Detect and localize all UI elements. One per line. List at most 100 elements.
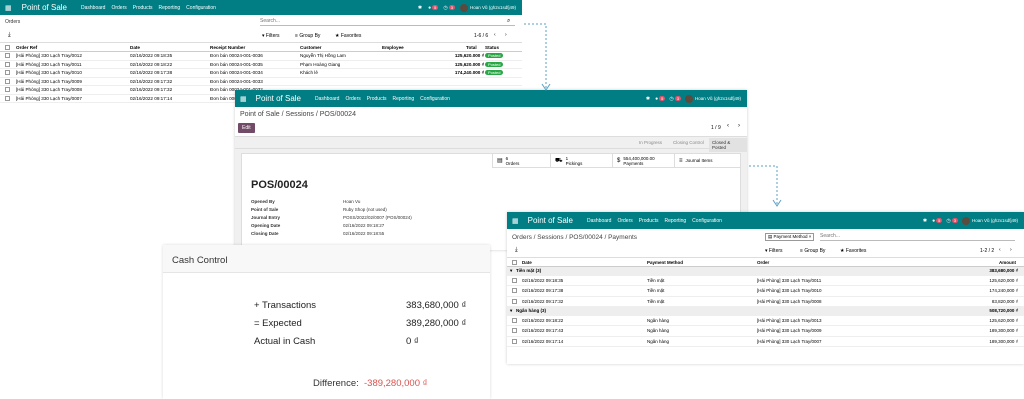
prev-icon[interactable]: ‹ bbox=[999, 247, 1001, 253]
menu-orders[interactable]: Orders bbox=[345, 96, 360, 102]
activity-icon[interactable]: ◷ bbox=[946, 218, 950, 224]
menu-dashboard[interactable]: Dashboard bbox=[81, 5, 105, 11]
bug-icon[interactable]: ✱ bbox=[418, 5, 422, 11]
field-value[interactable]: 02/16/2022 09:18:55 bbox=[343, 231, 384, 236]
menu-dashboard[interactable]: Dashboard bbox=[315, 96, 339, 102]
menu-configuration[interactable]: Configuration bbox=[420, 96, 450, 102]
next-icon[interactable]: › bbox=[1010, 247, 1012, 253]
avatar[interactable] bbox=[684, 94, 693, 103]
field-value[interactable]: Ruby Shop (not used) bbox=[343, 207, 387, 212]
chat-icon[interactable]: ● bbox=[655, 96, 658, 102]
field-value[interactable]: Hoan Vu bbox=[343, 199, 360, 204]
field-value[interactable]: POSS/2022/02/0007 (POS/00024) bbox=[343, 215, 412, 220]
filters-button[interactable]: ▾ Filters bbox=[262, 33, 280, 39]
menu-products[interactable]: Products bbox=[133, 5, 153, 11]
row-checkbox[interactable] bbox=[5, 95, 10, 101]
row-checkbox[interactable] bbox=[5, 78, 10, 84]
download-icon[interactable]: ⤓ bbox=[515, 247, 518, 254]
col-date[interactable]: Date bbox=[522, 260, 532, 265]
menu-configuration[interactable]: Configuration bbox=[692, 218, 722, 224]
groupby-button[interactable]: ≡ Group By bbox=[800, 248, 825, 254]
row-checkbox[interactable] bbox=[5, 53, 10, 59]
table-row[interactable]: [Hải Phòng] 330 Lạch Tray/0010 02/16/2022… bbox=[0, 69, 522, 78]
menu-reporting[interactable]: Reporting bbox=[158, 5, 180, 11]
table-row[interactable]: [Hải Phòng] 330 Lạch Tray/0012 02/16/2022… bbox=[0, 52, 522, 61]
col-order[interactable]: Order bbox=[757, 260, 769, 265]
stage-closed-posted[interactable]: Closed & Posted bbox=[709, 138, 747, 152]
app-title[interactable]: Point of Sale bbox=[256, 94, 301, 103]
row-checkbox[interactable] bbox=[5, 61, 10, 67]
pager[interactable]: 1-6 / 6 bbox=[474, 33, 488, 39]
menu-orders[interactable]: Orders bbox=[111, 5, 126, 11]
table-row[interactable]: [Hải Phòng] 330 Lạch Tray/0011 02/16/2022… bbox=[0, 61, 522, 69]
prev-icon[interactable]: ‹ bbox=[727, 123, 729, 129]
bug-icon[interactable]: ✱ bbox=[646, 96, 650, 102]
avatar[interactable] bbox=[459, 3, 468, 12]
app-title[interactable]: Point of Sale bbox=[528, 216, 573, 225]
table-row[interactable]: 02/16/2022 09:18:22 Ngân hàng [Hải Phòng] … bbox=[507, 316, 1024, 326]
row-checkbox[interactable] bbox=[512, 317, 517, 323]
table-row[interactable]: 02/16/2022 09:18:35 Tiền mặt [Hải Phòng] 3… bbox=[507, 276, 1024, 286]
user-name[interactable]: Hoan Vũ (gh2x1sdfj49) bbox=[470, 5, 516, 10]
user-name[interactable]: Hoan Vũ (gh2x1sdfj49) bbox=[972, 218, 1018, 223]
table-row[interactable]: 02/16/2022 09:17:14 Ngân hàng [Hải Phòng] … bbox=[507, 337, 1024, 347]
search-facet[interactable]: ▤ Payment Method × bbox=[765, 233, 815, 241]
bug-icon[interactable]: ✱ bbox=[923, 218, 927, 224]
pickings-stat-button[interactable]: ⛟ 1 Pickings bbox=[550, 154, 612, 167]
activity-icon[interactable]: ◷ bbox=[669, 96, 673, 102]
favorites-button[interactable]: ★ Favorites bbox=[840, 248, 866, 254]
col-customer[interactable]: Customer bbox=[300, 45, 321, 50]
row-checkbox[interactable] bbox=[512, 288, 517, 294]
avatar[interactable] bbox=[961, 216, 970, 225]
menu-products[interactable]: Products bbox=[639, 218, 659, 224]
field-value[interactable]: 02/16/2022 09:18:27 bbox=[343, 223, 384, 228]
activity-icon[interactable]: ◷ bbox=[443, 5, 447, 11]
col-payment-method[interactable]: Payment Method bbox=[647, 260, 683, 265]
col-status[interactable]: Status bbox=[485, 45, 499, 50]
table-row[interactable]: 02/16/2022 09:17:43 Ngân hàng [Hải Phòng] … bbox=[507, 326, 1024, 337]
app-title[interactable]: Point of Sale bbox=[22, 3, 67, 12]
groupby-button[interactable]: ≡ Group By bbox=[295, 33, 320, 39]
search-input[interactable] bbox=[820, 232, 1015, 241]
apps-menu-icon[interactable]: ▦ bbox=[512, 217, 519, 225]
menu-reporting[interactable]: Reporting bbox=[392, 96, 414, 102]
row-checkbox[interactable] bbox=[512, 298, 517, 304]
apps-menu-icon[interactable]: ▦ bbox=[240, 95, 247, 103]
row-checkbox[interactable] bbox=[512, 277, 517, 283]
row-checkbox[interactable] bbox=[512, 328, 517, 334]
pager[interactable]: 1-2 / 2 bbox=[980, 248, 994, 254]
table-row[interactable]: 02/16/2022 09:17:38 Tiền mặt [Hải Phòng] 3… bbox=[507, 286, 1024, 297]
search-icon[interactable]: ⌕ bbox=[507, 18, 510, 25]
apps-menu-icon[interactable]: ▦ bbox=[5, 4, 12, 12]
select-all-checkbox[interactable] bbox=[5, 44, 10, 50]
col-amount[interactable]: Amount bbox=[999, 260, 1016, 265]
stage-in-progress[interactable]: In Progress bbox=[639, 140, 662, 145]
menu-reporting[interactable]: Reporting bbox=[664, 218, 686, 224]
menu-configuration[interactable]: Configuration bbox=[186, 5, 216, 11]
user-name[interactable]: Hoan Vũ (gh2x1sdfj49) bbox=[695, 96, 741, 101]
col-order-ref[interactable]: Order Ref bbox=[16, 45, 37, 50]
prev-icon[interactable]: ‹ bbox=[494, 32, 496, 38]
menu-dashboard[interactable]: Dashboard bbox=[587, 218, 611, 224]
col-employee[interactable]: Employee bbox=[382, 45, 404, 50]
chat-icon[interactable]: ● bbox=[932, 218, 935, 224]
group-header-row[interactable]: ▾ Ngân hàng (3) 508,720,000 ₫ bbox=[507, 307, 1024, 316]
group-header-row[interactable]: ▾ Tiền mặt (3) 383,680,000 ₫ bbox=[507, 267, 1024, 276]
row-checkbox[interactable] bbox=[512, 338, 517, 344]
edit-button[interactable]: Edit bbox=[238, 123, 255, 133]
menu-orders[interactable]: Orders bbox=[617, 218, 632, 224]
col-receipt[interactable]: Receipt Number bbox=[210, 45, 245, 50]
row-checkbox[interactable] bbox=[5, 87, 10, 93]
table-row[interactable]: 02/16/2022 09:17:32 Tiền mặt [Hải Phòng] 3… bbox=[507, 297, 1024, 307]
stage-closing-control[interactable]: Closing Control bbox=[673, 140, 704, 145]
table-row[interactable]: [Hải Phòng] 330 Lạch Tray/0009 02/16/2022… bbox=[0, 78, 522, 86]
payments-stat-button[interactable]: $ 554,400,000.00 Payments bbox=[612, 154, 674, 167]
orders-stat-button[interactable]: ▤ 6 Orders bbox=[492, 154, 550, 167]
search-input[interactable] bbox=[260, 17, 515, 26]
next-icon[interactable]: › bbox=[505, 32, 507, 38]
chat-icon[interactable]: ● bbox=[428, 5, 431, 11]
row-checkbox[interactable] bbox=[5, 70, 10, 76]
menu-products[interactable]: Products bbox=[367, 96, 387, 102]
pager[interactable]: 1 / 9 bbox=[711, 125, 721, 131]
favorites-button[interactable]: ★ Favorites bbox=[335, 33, 361, 39]
